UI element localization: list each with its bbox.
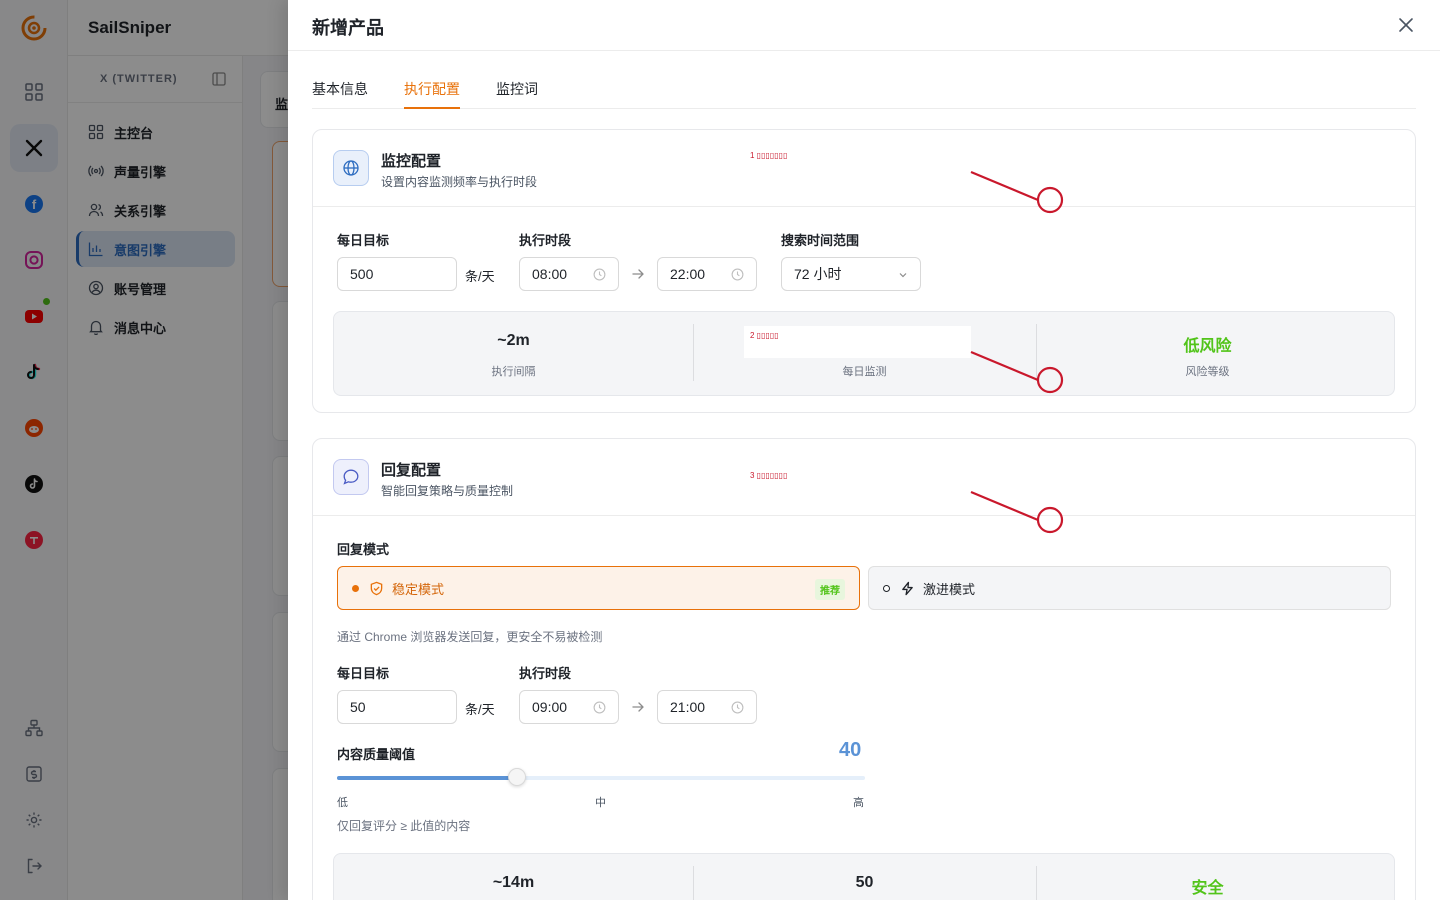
clock-icon bbox=[731, 268, 744, 281]
stat-safety: 安全 bbox=[1036, 854, 1379, 900]
add-product-drawer: 新增产品 基本信息 执行配置 监控词 监控配置 设置内容监测频率与执行时段 每日… bbox=[288, 0, 1440, 900]
mode-hint: 通过 Chrome 浏览器发送回复，更安全不易被检测 bbox=[337, 630, 603, 644]
stat-interval: ~14m bbox=[334, 854, 693, 900]
stat-value: ~2m bbox=[497, 332, 530, 349]
card-title: 监控配置 bbox=[381, 153, 442, 170]
tick-low: 低 bbox=[337, 797, 348, 809]
radio-empty-dot bbox=[883, 584, 890, 592]
annotation-label-1: 1 ▯▯▯▯▯▯▯ bbox=[750, 151, 788, 160]
search-range-value: 72 小时 bbox=[794, 266, 842, 282]
card-subtitle: 设置内容监测频率与执行时段 bbox=[381, 175, 538, 189]
quality-slider-fill bbox=[337, 776, 517, 780]
quality-threshold-value: 40 bbox=[839, 739, 862, 761]
card-title: 回复配置 bbox=[381, 462, 442, 479]
mode-aggressive-option[interactable]: 激进模式 bbox=[868, 566, 1391, 610]
stat-risk-level: 低风险 风险等级 bbox=[1036, 312, 1379, 397]
card-header: 监控配置 设置内容监测频率与执行时段 bbox=[313, 130, 1415, 207]
input-value: 500 bbox=[350, 266, 374, 282]
arrow-right-icon bbox=[632, 702, 644, 712]
mode-stable-option[interactable]: 稳定模式 推荐 bbox=[337, 566, 860, 610]
unit-label: 条/天 bbox=[465, 702, 495, 717]
tab-basic-info[interactable]: 基本信息 bbox=[312, 79, 368, 109]
card-header: 回复配置 智能回复策略与质量控制 bbox=[313, 439, 1415, 516]
reply-end-time-picker[interactable]: 21:00 bbox=[657, 690, 757, 724]
tick-high: 高 bbox=[853, 797, 864, 809]
period-label: 执行时段 bbox=[519, 666, 572, 681]
tab-execution-config[interactable]: 执行配置 bbox=[404, 79, 460, 109]
unit-label: 条/天 bbox=[465, 269, 495, 284]
clock-icon bbox=[731, 701, 744, 714]
drawer-title: 新增产品 bbox=[312, 18, 384, 38]
quality-slider-thumb[interactable] bbox=[507, 768, 526, 786]
chevron-down-icon bbox=[899, 273, 907, 278]
reply-stats-panel: ~14m 50 安全 bbox=[333, 853, 1395, 900]
stat-daily-replies: 50 bbox=[693, 854, 1036, 900]
reply-daily-target-input[interactable]: 50 bbox=[337, 690, 457, 724]
stat-value: 50 bbox=[855, 874, 874, 891]
monitor-config-card: 监控配置 设置内容监测频率与执行时段 每日目标 500 条/天 执行时段 08:… bbox=[312, 129, 1416, 413]
search-range-label: 搜索时间范围 bbox=[781, 233, 860, 248]
radio-selected-dot bbox=[352, 584, 359, 592]
end-time-picker[interactable]: 22:00 bbox=[657, 257, 757, 291]
stat-interval: ~2m 执行间隔 bbox=[334, 312, 693, 397]
input-value: 50 bbox=[350, 699, 366, 715]
shield-check-icon bbox=[369, 581, 384, 596]
stat-value: 低风险 bbox=[1183, 338, 1232, 355]
quality-slider-track[interactable] bbox=[337, 768, 865, 786]
stat-label: 每日监测 bbox=[842, 366, 887, 378]
close-icon[interactable] bbox=[1398, 17, 1414, 33]
tick-mid: 中 bbox=[595, 797, 606, 809]
end-time-value: 22:00 bbox=[670, 266, 706, 282]
clock-icon bbox=[593, 268, 606, 281]
daily-target-input[interactable]: 500 bbox=[337, 257, 457, 291]
start-time-value: 08:00 bbox=[532, 266, 568, 282]
search-range-select[interactable]: 72 小时 bbox=[781, 257, 921, 291]
end-time-value: 21:00 bbox=[670, 699, 706, 715]
recommended-badge: 推荐 bbox=[815, 579, 845, 600]
stat-label: 执行间隔 bbox=[491, 366, 536, 378]
mode-label: 激进模式 bbox=[923, 581, 976, 597]
arrow-right-icon bbox=[632, 269, 644, 279]
stat-label: 风险等级 bbox=[1185, 366, 1230, 378]
stat-value: ~14m bbox=[492, 874, 535, 891]
tab-monitor-keywords[interactable]: 监控词 bbox=[496, 79, 538, 109]
stat-value: 安全 bbox=[1191, 880, 1224, 897]
annotation-label-2: 2 ▯▯▯▯▯ bbox=[750, 331, 779, 340]
start-time-picker[interactable]: 08:00 bbox=[519, 257, 619, 291]
daily-target-label: 每日目标 bbox=[337, 666, 390, 681]
reply-config-card: 回复配置 智能回复策略与质量控制 回复模式 稳定模式 推荐 激进模式 通过 Ch… bbox=[312, 438, 1416, 900]
daily-target-label: 每日目标 bbox=[337, 233, 390, 248]
chat-bubble-icon bbox=[333, 459, 369, 495]
reply-start-time-picker[interactable]: 09:00 bbox=[519, 690, 619, 724]
globe-icon bbox=[333, 150, 369, 186]
drawer-header: 新增产品 bbox=[288, 0, 1440, 51]
reply-mode-label: 回复模式 bbox=[337, 542, 390, 557]
card-subtitle: 智能回复策略与质量控制 bbox=[381, 484, 514, 498]
mode-label: 稳定模式 bbox=[392, 581, 445, 597]
quality-threshold-label: 内容质量阈值 bbox=[337, 747, 416, 762]
period-label: 执行时段 bbox=[519, 233, 572, 248]
annotation-label-3: 3 ▯▯▯▯▯▯▯ bbox=[750, 471, 788, 480]
quality-hint: 仅回复评分 ≥ 此值的内容 bbox=[337, 819, 471, 833]
lightning-icon bbox=[900, 581, 915, 596]
start-time-value: 09:00 bbox=[532, 699, 568, 715]
clock-icon bbox=[593, 701, 606, 714]
drawer-tabs: 基本信息 执行配置 监控词 bbox=[312, 68, 1416, 109]
